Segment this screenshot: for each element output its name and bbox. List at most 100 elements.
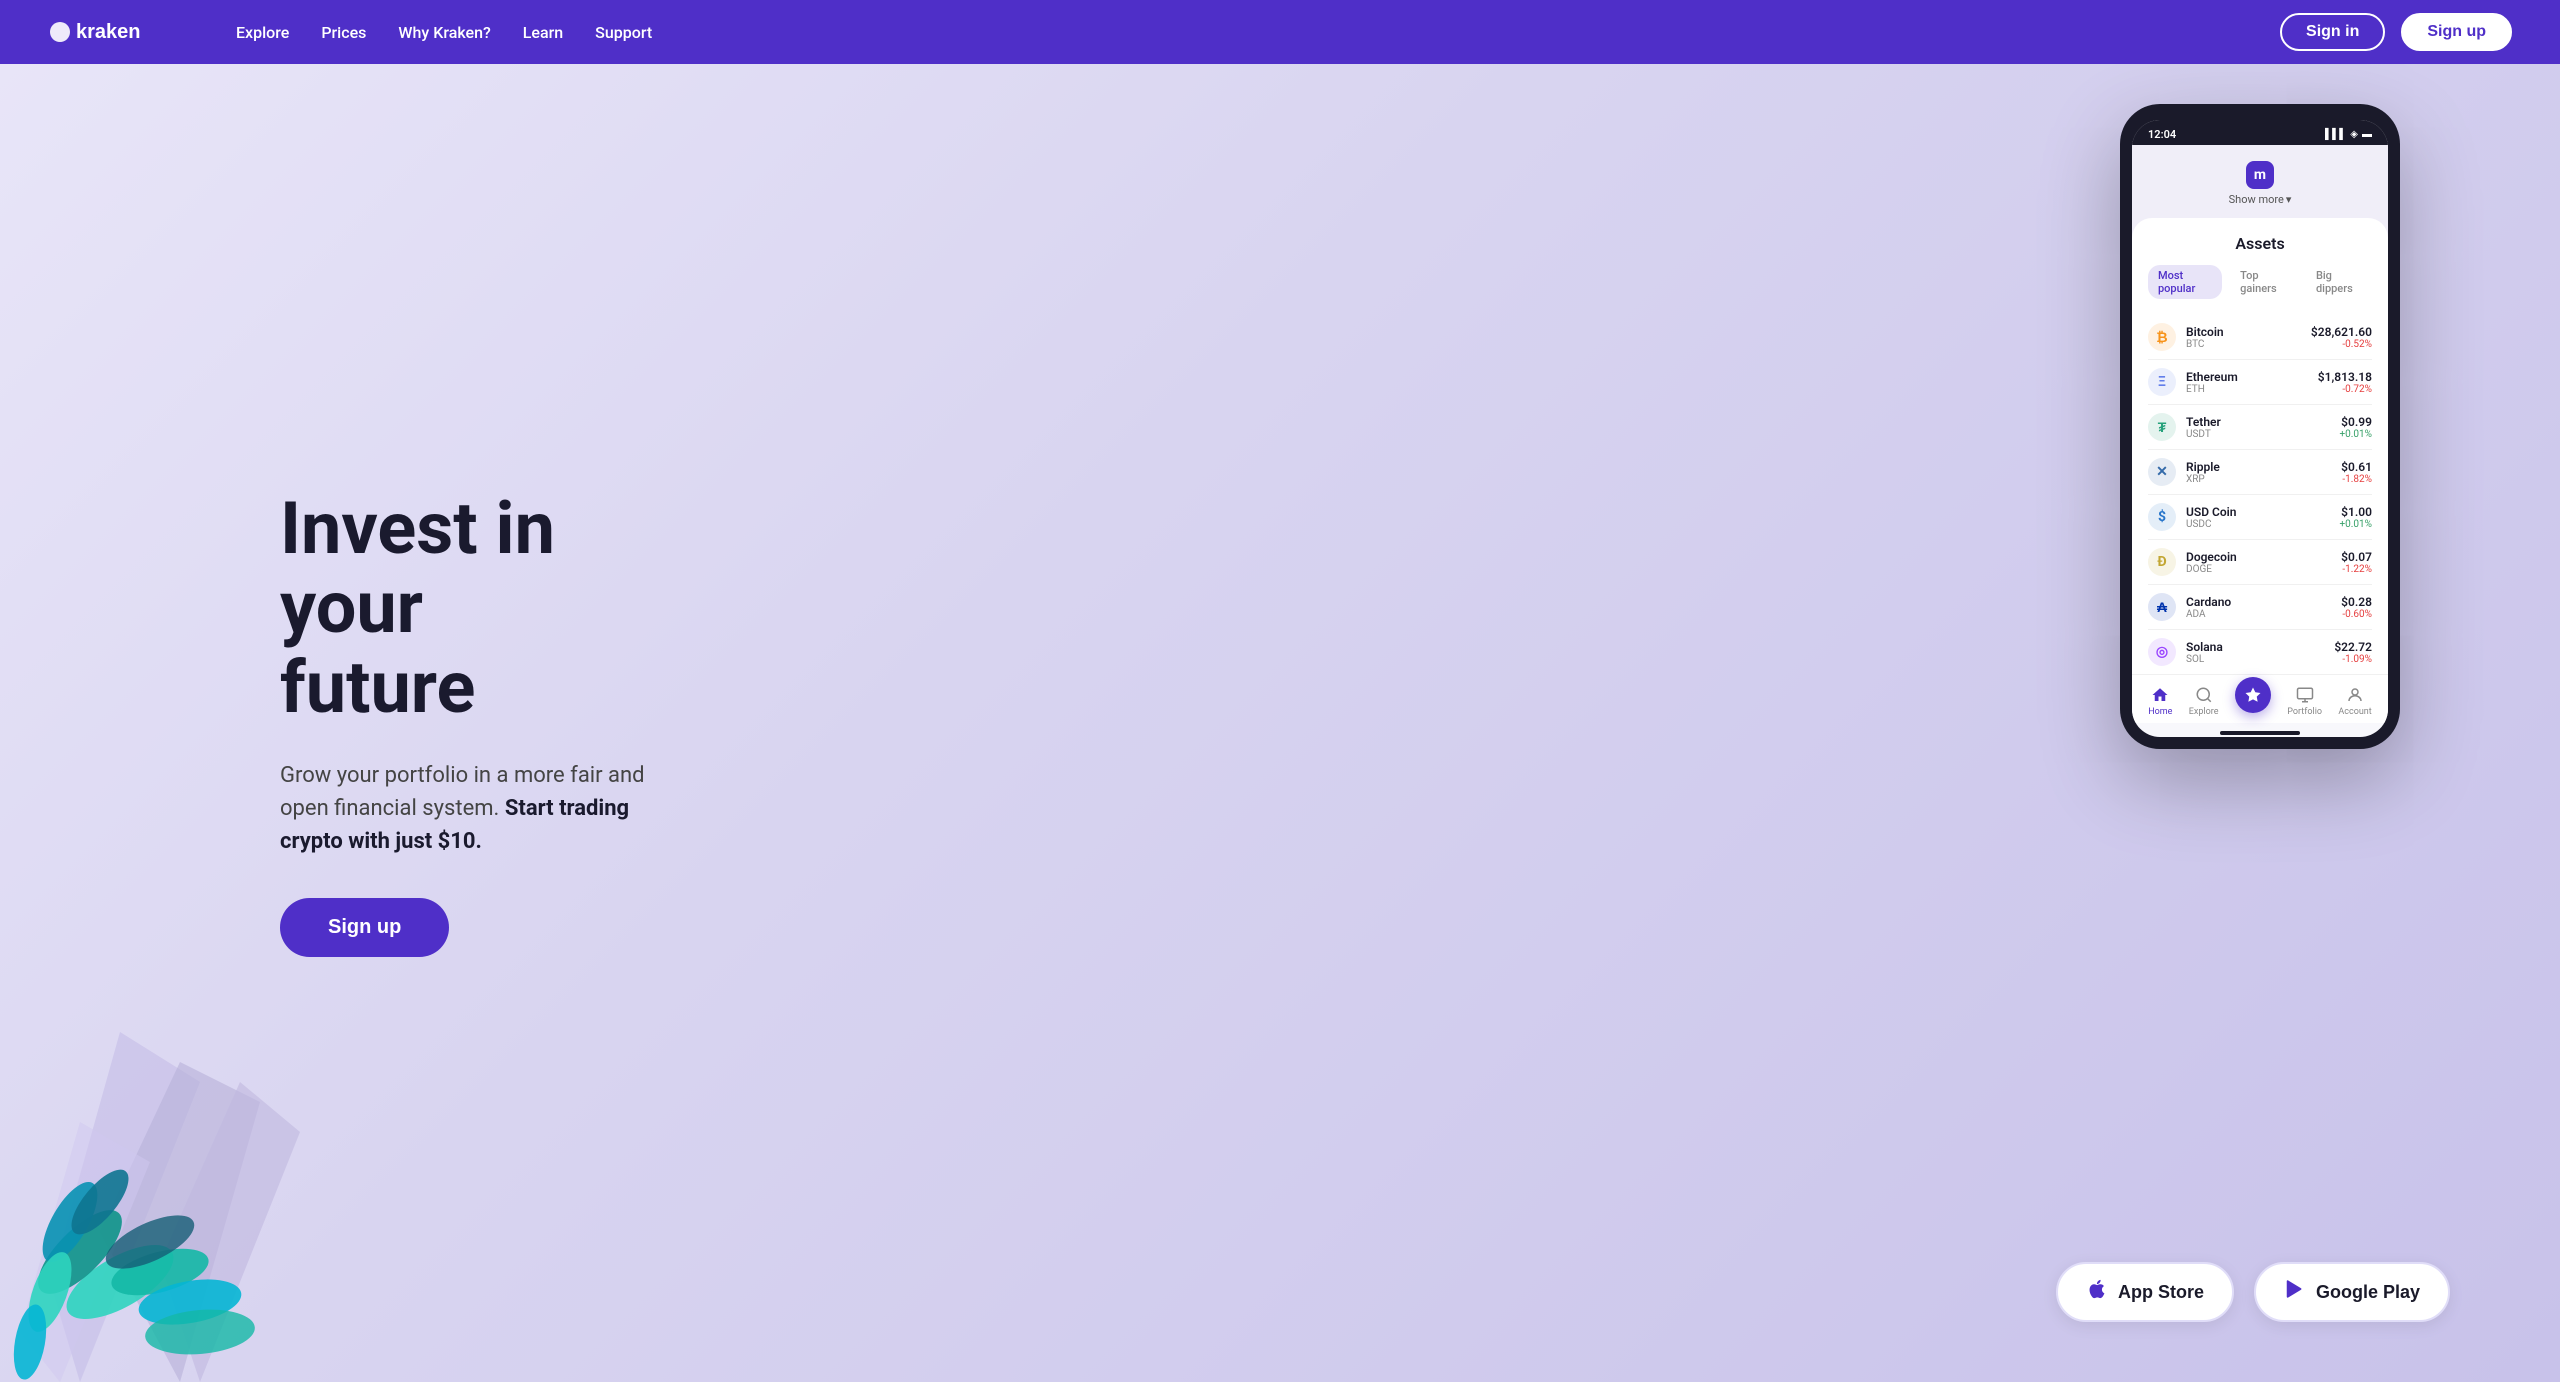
bottom-nav-explore[interactable]: Explore — [2189, 685, 2219, 717]
nav-why-kraken[interactable]: Why Kraken? — [398, 23, 490, 42]
asset-icon: Ξ — [2148, 368, 2176, 396]
signin-button[interactable]: Sign in — [2280, 13, 2385, 51]
asset-price: $22.72 -1.09% — [2334, 640, 2372, 665]
asset-price: $0.99 +0.01% — [2340, 415, 2373, 440]
home-icon — [2150, 685, 2170, 705]
hero-subtitle: Grow your portfolio in a more fair and o… — [280, 759, 680, 858]
hero-content: Invest in your future Grow your portfoli… — [0, 489, 680, 957]
bottom-nav-portfolio[interactable]: Portfolio — [2287, 685, 2322, 717]
bottom-nav-home[interactable]: Home — [2148, 685, 2172, 717]
asset-list: ₿ Bitcoin BTC $28,621.60 -0.52% Ξ Ethere… — [2148, 315, 2372, 674]
asset-name: Bitcoin — [2186, 325, 2301, 339]
asset-icon: ₿ — [2148, 323, 2176, 351]
nav-learn[interactable]: Learn — [523, 23, 563, 42]
store-buttons: App Store Google Play — [2056, 1262, 2450, 1322]
asset-icon: Ð — [2148, 548, 2176, 576]
chevron-down-icon: ▾ — [2286, 193, 2292, 206]
asset-value: $0.61 — [2341, 460, 2372, 474]
nav-explore[interactable]: Explore — [236, 23, 289, 42]
asset-info: Dogecoin DOGE — [2186, 550, 2331, 575]
phone-screen-content: m Show more ▾ Assets Most popular Top ga… — [2132, 145, 2388, 674]
app-store-button[interactable]: App Store — [2056, 1262, 2234, 1322]
asset-name: Ripple — [2186, 460, 2331, 474]
phone-screen: 12:04 ▌▌▌ ◈ ▬ m Show more ▾ — [2132, 120, 2388, 737]
nav-prices[interactable]: Prices — [321, 23, 366, 42]
asset-price: $28,621.60 -0.52% — [2311, 325, 2372, 350]
asset-value: $0.99 — [2340, 415, 2373, 429]
asset-value: $22.72 — [2334, 640, 2372, 654]
google-play-button[interactable]: Google Play — [2254, 1262, 2450, 1322]
list-item[interactable]: ₿ Bitcoin BTC $28,621.60 -0.52% — [2148, 315, 2372, 360]
asset-value: $28,621.60 — [2311, 325, 2372, 339]
asset-value: $1.00 — [2340, 505, 2373, 519]
tab-top-gainers[interactable]: Top gainers — [2230, 265, 2298, 299]
asset-info: Ripple XRP — [2186, 460, 2331, 485]
asset-icon: ✕ — [2148, 458, 2176, 486]
asset-value: $0.07 — [2341, 550, 2372, 564]
asset-change: -1.82% — [2341, 474, 2372, 485]
tab-most-popular[interactable]: Most popular — [2148, 265, 2222, 299]
list-item[interactable]: ◎ Solana SOL $22.72 -1.09% — [2148, 630, 2372, 674]
asset-value: $0.28 — [2341, 595, 2372, 609]
asset-name: Ethereum — [2186, 370, 2308, 384]
asset-info: Tether USDT — [2186, 415, 2330, 440]
bottom-nav-trade[interactable] — [2235, 677, 2271, 713]
asset-name: Dogecoin — [2186, 550, 2331, 564]
signup-button-nav[interactable]: Sign up — [2401, 13, 2512, 51]
asset-ticker: USDT — [2186, 429, 2330, 440]
home-bar — [2220, 731, 2300, 735]
list-item[interactable]: ✕ Ripple XRP $0.61 -1.82% — [2148, 450, 2372, 495]
asset-icon: $ — [2148, 503, 2176, 531]
list-item[interactable]: Ξ Ethereum ETH $1,813.18 -0.72% — [2148, 360, 2372, 405]
asset-change: -0.72% — [2318, 384, 2372, 395]
portfolio-icon — [2295, 685, 2315, 705]
assets-section: Assets Most popular Top gainers Big dipp… — [2132, 218, 2388, 674]
asset-info: Bitcoin BTC — [2186, 325, 2301, 350]
wifi-icon: ◈ — [2350, 129, 2358, 140]
nav-actions: Sign in Sign up — [2280, 13, 2512, 51]
asset-name: Tether — [2186, 415, 2330, 429]
asset-change: -1.22% — [2341, 564, 2372, 575]
list-item[interactable]: ₮ Tether USDT $0.99 +0.01% — [2148, 405, 2372, 450]
asset-change: +0.01% — [2340, 519, 2373, 530]
asset-ticker: DOGE — [2186, 564, 2331, 575]
asset-ticker: ADA — [2186, 609, 2331, 620]
google-play-label: Google Play — [2316, 1282, 2420, 1303]
tab-big-dippers[interactable]: Big dippers — [2306, 265, 2372, 299]
asset-price: $1,813.18 -0.72% — [2318, 370, 2372, 395]
google-play-icon — [2284, 1278, 2306, 1306]
svg-text:kraken: kraken — [76, 21, 141, 43]
hero-section: Invest in your future Grow your portfoli… — [0, 64, 2560, 1382]
asset-name: USD Coin — [2186, 505, 2330, 519]
asset-info: Solana SOL — [2186, 640, 2324, 665]
asset-price: $0.61 -1.82% — [2341, 460, 2372, 485]
account-icon — [2345, 685, 2365, 705]
asset-icon: ₮ — [2148, 413, 2176, 441]
phone-logo: m — [2246, 161, 2274, 189]
asset-info: Ethereum ETH — [2186, 370, 2308, 395]
apple-icon — [2086, 1278, 2108, 1306]
asset-price: $0.07 -1.22% — [2341, 550, 2372, 575]
asset-ticker: ETH — [2186, 384, 2308, 395]
bottom-nav-account[interactable]: Account — [2338, 685, 2371, 717]
phone-bottom-nav: Home Explore Po — [2132, 674, 2388, 723]
asset-change: -0.60% — [2341, 609, 2372, 620]
signal-icon: ▌▌▌ — [2325, 129, 2346, 140]
explore-icon — [2194, 685, 2214, 705]
battery-icon: ▬ — [2362, 129, 2372, 140]
nav-links: Explore Prices Why Kraken? Learn Support — [236, 23, 2280, 42]
list-item[interactable]: Ð Dogecoin DOGE $0.07 -1.22% — [2148, 540, 2372, 585]
nav-support[interactable]: Support — [595, 23, 652, 42]
logo[interactable]: kraken — [48, 16, 188, 48]
signup-button-hero[interactable]: Sign up — [280, 898, 449, 957]
asset-icon: ₳ — [2148, 593, 2176, 621]
assets-tabs: Most popular Top gainers Big dippers — [2148, 265, 2372, 299]
asset-change: -1.09% — [2334, 654, 2372, 665]
show-more[interactable]: Show more ▾ — [2229, 193, 2292, 206]
phone-app-header: m Show more ▾ — [2132, 153, 2388, 218]
asset-name: Cardano — [2186, 595, 2331, 609]
asset-change: +0.01% — [2340, 429, 2373, 440]
asset-info: USD Coin USDC — [2186, 505, 2330, 530]
list-item[interactable]: ₳ Cardano ADA $0.28 -0.60% — [2148, 585, 2372, 630]
list-item[interactable]: $ USD Coin USDC $1.00 +0.01% — [2148, 495, 2372, 540]
